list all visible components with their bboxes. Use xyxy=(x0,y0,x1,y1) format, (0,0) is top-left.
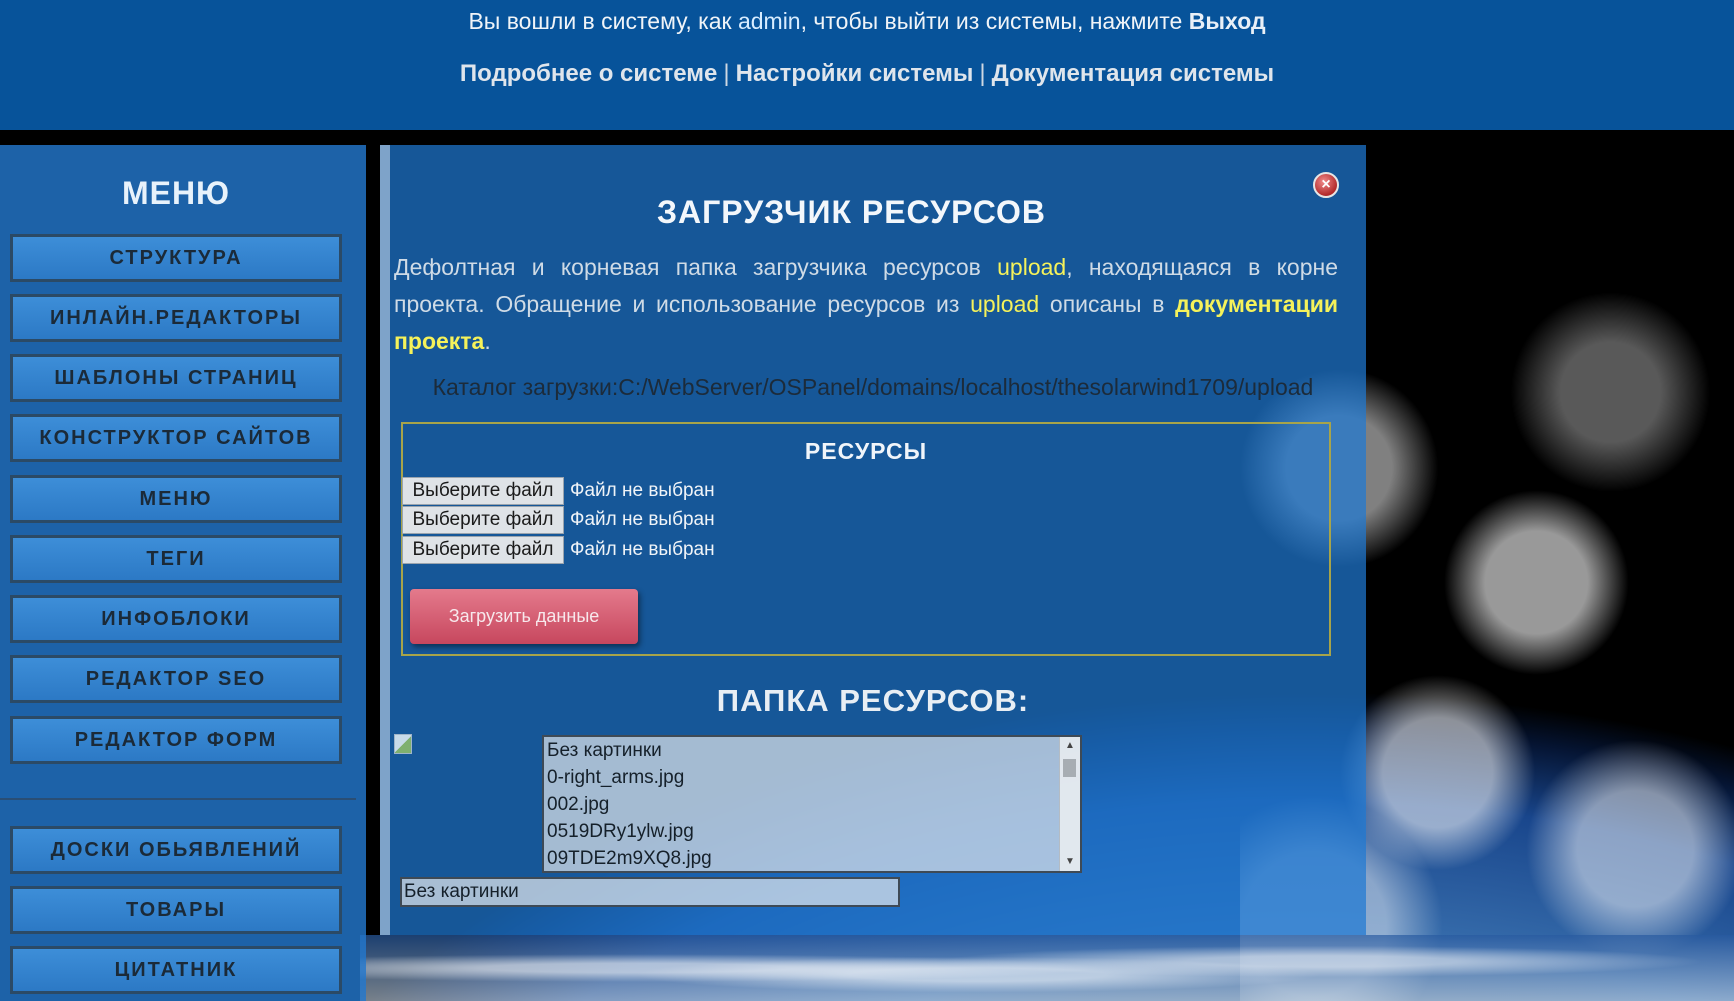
list-scrollbar[interactable]: ▲ ▼ xyxy=(1059,737,1080,871)
sidebar-item-menu[interactable]: МЕНЮ xyxy=(10,475,342,523)
link-separator: | xyxy=(723,60,730,87)
login-prefix: Вы вошли в систему, как xyxy=(468,8,738,34)
intro-part-1: Дефолтная и корневая папка загрузчика ре… xyxy=(394,254,998,280)
logout-link[interactable]: Выход xyxy=(1189,8,1266,34)
intro-part-4: . xyxy=(484,328,491,354)
sidebar-item-infoblocks[interactable]: ИНФОБЛОКИ xyxy=(10,595,342,643)
catalog-path: C:/WebServer/OSPanel/domains/localhost/t… xyxy=(618,374,1314,400)
sidebar: МЕНЮ СТРУКТУРА ИНЛАЙН.РЕДАКТОРЫ ШАБЛОНЫ … xyxy=(0,145,366,1001)
file-status: Файл не выбран xyxy=(570,480,715,501)
scroll-thumb[interactable] xyxy=(1063,759,1076,777)
list-item[interactable]: 0-right_arms.jpg xyxy=(544,764,1080,791)
file-status: Файл не выбран xyxy=(570,539,715,560)
scroll-up-icon[interactable]: ▲ xyxy=(1060,737,1080,755)
panel-title: ЗАГРУЗЧИК РЕСУРСОВ xyxy=(657,194,1046,230)
upload-highlight: upload xyxy=(970,291,1040,317)
sidebar-item-quotes[interactable]: ЦИТАТНИК xyxy=(10,946,342,994)
selected-resource-field[interactable]: Без картинки xyxy=(400,877,900,907)
sidebar-item-products[interactable]: ТОВАРЫ xyxy=(10,886,342,934)
background-bottom-clouds xyxy=(360,935,1734,1001)
upload-catalog: Каталог загрузки:C:/WebServer/OSPanel/do… xyxy=(380,374,1366,401)
username: admin xyxy=(737,8,801,34)
file-status: Файл не выбран xyxy=(570,509,715,530)
list-item[interactable]: 002.jpg xyxy=(544,791,1080,818)
top-header: Вы вошли в систему, как admin, чтобы вый… xyxy=(0,0,1734,130)
preview-image-icon xyxy=(394,734,412,754)
sidebar-item-structure[interactable]: СТРУКТУРА xyxy=(10,234,342,282)
file-input-row: Выберите файл Файл не выбран xyxy=(402,536,715,564)
header-links: Подробнее о системе | Настройки системы | До… xyxy=(0,60,1734,88)
choose-file-button[interactable]: Выберите файл xyxy=(402,506,564,534)
list-item[interactable]: 0519DRy1ylw.jpg xyxy=(544,818,1080,845)
system-docs-link[interactable]: Документация системы xyxy=(992,60,1274,87)
sidebar-item-tags[interactable]: ТЕГИ xyxy=(10,535,342,583)
sidebar-item-bulletin-boards[interactable]: ДОСКИ ОБЬЯВЛЕНИЙ xyxy=(10,826,342,874)
resource-folder-title: ПАПКА РЕСУРСОВ: xyxy=(716,683,1030,718)
link-separator: | xyxy=(979,60,986,87)
upload-highlight: upload xyxy=(997,254,1067,280)
sidebar-item-seo-editor[interactable]: РЕДАКТОР SEO xyxy=(10,655,342,703)
login-middle: , чтобы выйти из системы, нажмите xyxy=(800,8,1189,34)
login-status-line: Вы вошли в систему, как admin, чтобы вый… xyxy=(0,8,1734,35)
choose-file-button[interactable]: Выберите файл xyxy=(402,477,564,505)
sidebar-divider xyxy=(0,798,356,800)
about-system-link[interactable]: Подробнее о системе xyxy=(460,60,718,87)
choose-file-button[interactable]: Выберите файл xyxy=(402,536,564,564)
upload-data-button[interactable]: Загрузить данные xyxy=(410,589,638,644)
scroll-down-icon[interactable]: ▼ xyxy=(1060,853,1080,871)
intro-part-3: описаны в xyxy=(1039,291,1176,317)
list-item[interactable]: Без картинки xyxy=(544,737,1080,764)
catalog-label: Каталог загрузки: xyxy=(432,374,619,400)
file-input-row: Выберите файл Файл не выбран xyxy=(402,506,715,534)
sidebar-item-site-builder[interactable]: КОНСТРУКТОР САЙТОВ xyxy=(10,414,342,462)
intro-text: Дефолтная и корневая папка загрузчика ре… xyxy=(394,249,1338,360)
resources-title: РЕСУРСЫ xyxy=(804,438,928,464)
resource-file-list[interactable]: Без картинки 0-right_arms.jpg 002.jpg 05… xyxy=(542,735,1082,873)
system-settings-link[interactable]: Настройки системы xyxy=(736,60,974,87)
sidebar-item-inline-editors[interactable]: ИНЛАЙН.РЕДАКТОРЫ xyxy=(10,294,342,342)
sidebar-item-form-editor[interactable]: РЕДАКТОР ФОРМ xyxy=(10,716,342,764)
sidebar-item-page-templates[interactable]: ШАБЛОНЫ СТРАНИЦ xyxy=(10,354,342,402)
file-input-row: Выберите файл Файл не выбран xyxy=(402,477,715,505)
sidebar-title: МЕНЮ xyxy=(121,175,231,211)
panel-edge xyxy=(380,145,390,935)
list-item[interactable]: 09TDE2m9XQ8.jpg xyxy=(544,845,1080,871)
